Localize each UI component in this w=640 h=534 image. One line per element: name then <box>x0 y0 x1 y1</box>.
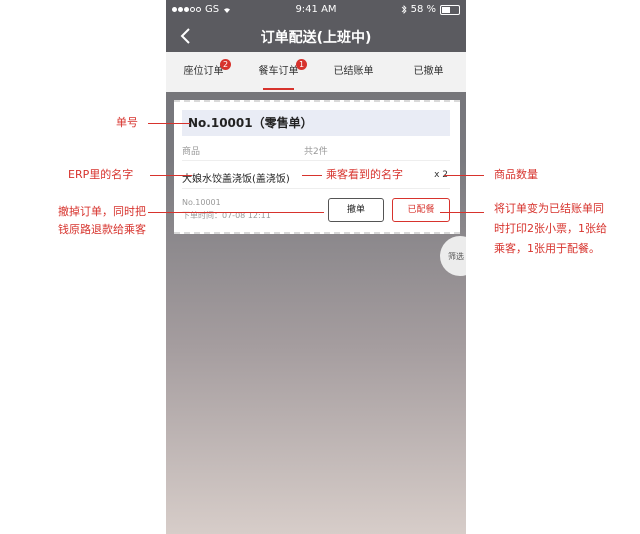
order-number: No.10001 <box>182 198 221 207</box>
count-header: 共2件 <box>304 147 328 157</box>
status-bar: GS 9:41 AM 58 % <box>166 0 466 20</box>
annotation-quantity: 商品数量 <box>494 168 538 181</box>
tab-cart-orders[interactable]: 餐车订单 1 <box>241 52 316 92</box>
nav-bar: 订单配送(上班中) <box>166 20 466 52</box>
tab-badge: 1 <box>296 59 307 70</box>
tab-bar: 座位订单 2 餐车订单 1 已结账单 已撤单 <box>166 52 466 92</box>
tab-label: 已撤单 <box>413 66 444 77</box>
annotation-erp-name: ERP里的名字 <box>68 168 134 181</box>
annotation-order-number: 单号 <box>116 116 138 129</box>
order-number-bar: No.10001（零售单） <box>182 110 450 136</box>
divider <box>182 160 450 161</box>
annotation-line <box>150 175 192 176</box>
annotation-line <box>148 123 190 124</box>
annotation-passenger-name: 乘客看到的名字 <box>326 168 403 181</box>
annotation-prepared-note-2: 时打印2张小票，1张给 <box>494 222 607 235</box>
annotation-line <box>440 212 484 213</box>
page-title: 订单配送(上班中) <box>260 30 372 46</box>
annotation-line <box>148 212 324 213</box>
tab-label: 已结账单 <box>333 66 374 77</box>
tab-badge: 2 <box>220 59 231 70</box>
divider <box>182 188 450 189</box>
bluetooth-icon <box>401 5 407 14</box>
phone-screen: GS 9:41 AM 58 % 订单配送(上班中) 座位订单 2 餐车订单 1 <box>166 0 466 534</box>
cancel-order-button[interactable]: 撤单 <box>328 198 384 222</box>
tab-settled-orders[interactable]: 已结账单 <box>316 52 391 92</box>
order-number-title: No.10001（零售单） <box>188 116 313 130</box>
battery-percent: 58 % <box>410 4 436 15</box>
annotation-line <box>302 175 322 176</box>
filter-label: 筛选 <box>448 252 464 261</box>
annotation-cancel-note-2: 钱原路退款给乘客 <box>58 223 146 236</box>
battery-area: 58 % <box>401 4 460 15</box>
goods-header: 商品 <box>182 147 201 157</box>
battery-icon <box>440 4 460 15</box>
tab-cancelled-orders[interactable]: 已撤单 <box>391 52 466 92</box>
tab-label: 座位订单 <box>183 66 224 77</box>
annotation-cancel-note-1: 撤掉订单，同时把 <box>58 205 146 218</box>
item-name: 大娘水饺盖浇饭(盖浇饭) <box>182 174 290 185</box>
order-card: No.10001（零售单） 商品 共2件 大娘水饺盖浇饭(盖浇饭) x 2 No… <box>174 100 460 234</box>
prepared-button[interactable]: 已配餐 <box>392 198 450 222</box>
tab-label: 餐车订单 <box>258 66 299 77</box>
tab-seat-orders[interactable]: 座位订单 2 <box>166 52 241 92</box>
filter-button[interactable]: 筛选 <box>440 236 466 276</box>
annotation-line <box>444 175 484 176</box>
annotation-prepared-note-1: 将订单变为已结账单同 <box>494 202 604 215</box>
annotation-prepared-note-3: 乘客，1张用于配餐。 <box>494 242 600 255</box>
